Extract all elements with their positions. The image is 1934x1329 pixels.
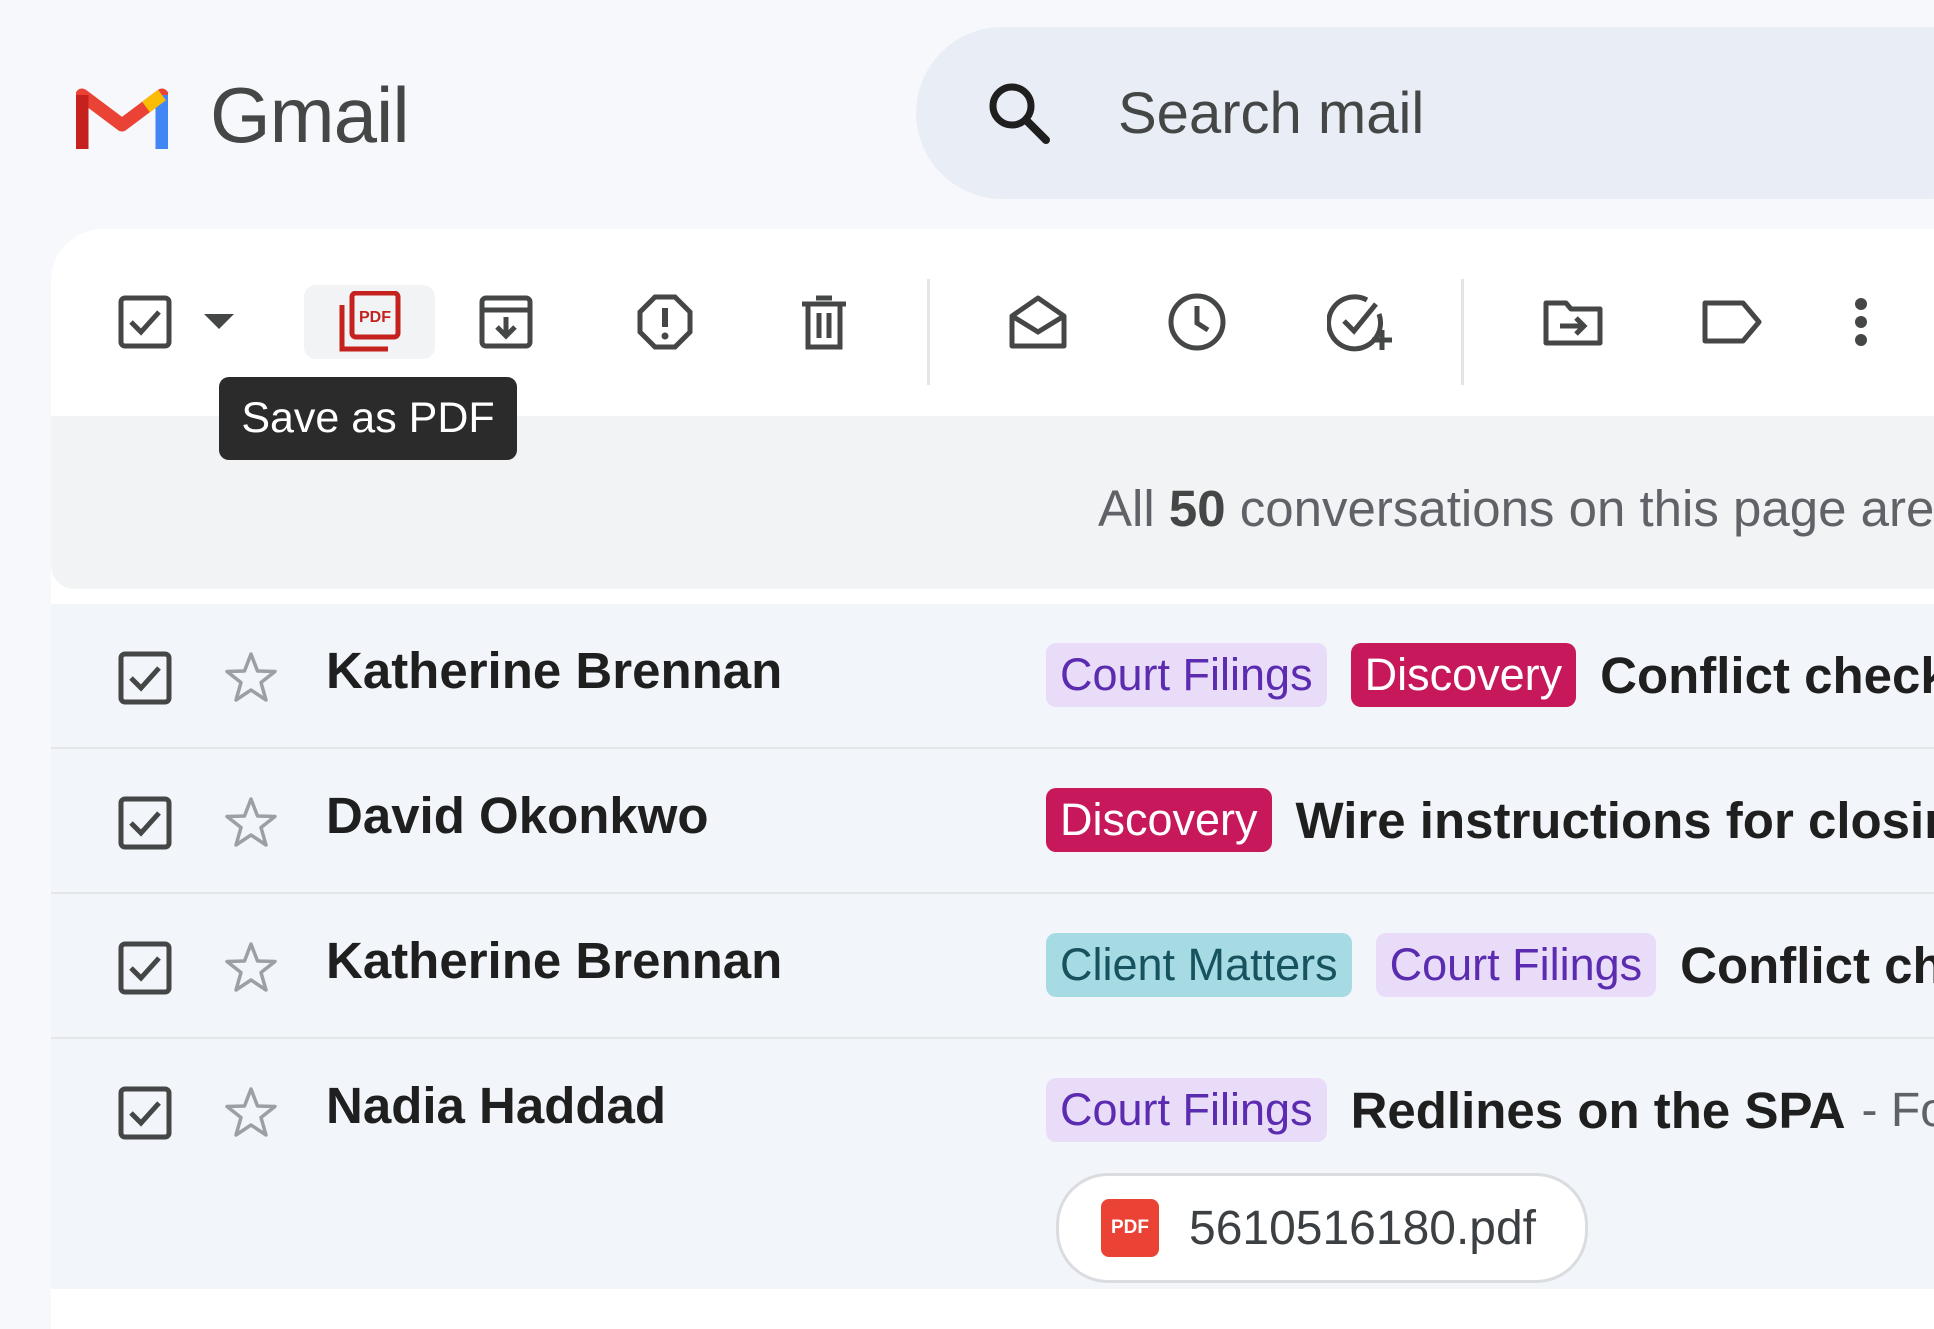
sender-name: Katherine Brennan xyxy=(326,642,783,699)
label-chip[interactable]: Discovery xyxy=(1046,788,1272,852)
toolbar-divider xyxy=(1461,279,1464,385)
archive-icon xyxy=(479,295,533,349)
add-to-tasks-button[interactable] xyxy=(1327,285,1393,359)
label-icon xyxy=(1702,300,1762,344)
svg-text:PDF: PDF xyxy=(359,309,391,326)
star-icon[interactable] xyxy=(223,941,279,995)
checkbox-checked-icon[interactable] xyxy=(118,796,172,850)
checkbox-checked-icon[interactable] xyxy=(118,651,172,705)
row-labels: Discovery Wire instructions for closing xyxy=(1046,788,1934,852)
search-bar[interactable]: Search mail xyxy=(916,27,1934,199)
checkbox-checked-icon[interactable] xyxy=(118,941,172,995)
more-vert-icon xyxy=(1855,298,1867,346)
app-name: Gmail xyxy=(210,71,410,159)
task-add-icon xyxy=(1327,294,1392,352)
email-subject: Conflict check xyxy=(1680,936,1934,994)
checkbox-checked-icon[interactable] xyxy=(118,1086,172,1140)
select-dropdown[interactable] xyxy=(199,285,239,359)
snooze-button[interactable] xyxy=(1167,285,1227,359)
select-all-checkbox[interactable] xyxy=(117,285,173,359)
email-snippet: - Fo xyxy=(1861,1083,1934,1137)
pdf-file-icon: PDF xyxy=(1101,1199,1159,1257)
sender-name: Nadia Haddad xyxy=(326,1077,667,1134)
search-icon[interactable] xyxy=(984,78,1054,148)
gmail-m-icon xyxy=(76,88,168,149)
move-to-button[interactable] xyxy=(1542,285,1604,359)
email-subject: Wire instructions for closing xyxy=(1295,791,1934,849)
attachment-filename: 5610516180.pdf xyxy=(1189,1201,1537,1255)
toolbar-divider xyxy=(927,279,930,385)
checkbox-checked-icon xyxy=(118,295,172,349)
table-row[interactable]: Katherine Brennan Client Matters Court F… xyxy=(51,894,1934,1040)
table-row[interactable]: Katherine Brennan Court Filings Discover… xyxy=(51,604,1934,750)
label-chip[interactable]: Court Filings xyxy=(1046,1078,1327,1142)
star-icon[interactable] xyxy=(223,1086,279,1140)
star-icon[interactable] xyxy=(223,651,279,705)
banner-count: 50 xyxy=(1168,480,1226,537)
banner-prefix: All xyxy=(1098,480,1155,537)
row-labels: Client Matters Court Filings Conflict ch… xyxy=(1046,933,1934,997)
trash-icon xyxy=(802,295,846,350)
selection-banner-text: All 50 conversations on this page are xyxy=(1098,479,1934,538)
more-options-button[interactable] xyxy=(1846,285,1876,359)
email-subject: Conflict check xyxy=(1600,646,1934,704)
delete-button[interactable] xyxy=(796,285,852,359)
envelope-open-icon xyxy=(1009,295,1067,349)
search-input[interactable]: Search mail xyxy=(1118,80,1424,147)
banner-suffix: conversations on this page are xyxy=(1239,480,1934,537)
tooltip: Save as PDF xyxy=(219,377,517,460)
caret-down-icon xyxy=(204,314,234,329)
email-subject: Redlines on the SPA xyxy=(1350,1081,1846,1139)
row-labels: Court Filings Discovery Conflict check xyxy=(1046,643,1934,707)
sender-name: David Okonkwo xyxy=(326,787,709,844)
archive-button[interactable] xyxy=(478,285,534,359)
label-chip[interactable]: Discovery xyxy=(1350,643,1577,707)
clock-icon xyxy=(1168,293,1226,351)
label-chip[interactable]: Court Filings xyxy=(1046,643,1327,707)
attachment-chip[interactable]: PDF 5610516180.pdf xyxy=(1056,1173,1588,1283)
spam-icon xyxy=(637,294,693,350)
gmail-logo[interactable]: Gmail xyxy=(76,70,410,161)
pdf-icon: PDF xyxy=(339,291,400,352)
report-spam-button[interactable] xyxy=(637,285,693,359)
star-icon[interactable] xyxy=(223,796,279,850)
label-chip[interactable]: Client Matters xyxy=(1046,933,1352,997)
table-row[interactable]: Nadia Haddad Court Filings Redlines on t… xyxy=(51,1039,1934,1289)
sender-name: Katherine Brennan xyxy=(326,932,783,989)
labels-button[interactable] xyxy=(1701,285,1763,359)
label-chip[interactable]: Court Filings xyxy=(1375,933,1657,997)
folder-move-icon xyxy=(1543,300,1603,346)
save-as-pdf-button[interactable]: PDF xyxy=(304,285,435,359)
table-row[interactable]: David Okonkwo Discovery Wire instruction… xyxy=(51,749,1934,895)
mark-as-read-button[interactable] xyxy=(1008,285,1068,359)
row-labels: Court Filings Redlines on the SPA - Fo xyxy=(1046,1078,1934,1142)
